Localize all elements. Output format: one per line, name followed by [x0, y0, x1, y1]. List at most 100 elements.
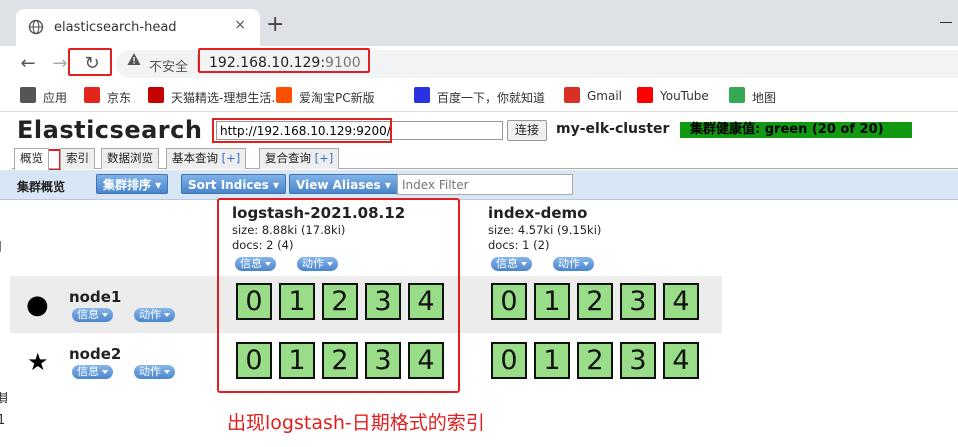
- view-aliases-label: View Aliases: [296, 178, 381, 192]
- bookmark-3[interactable]: 天猫精选-理想生活...: [171, 89, 283, 106]
- shard-box[interactable]: 4: [663, 283, 699, 320]
- caret-down-icon: [583, 262, 589, 266]
- shard-box[interactable]: 3: [365, 283, 401, 320]
- globe-icon: [28, 19, 44, 35]
- index-name: index-demo: [488, 204, 588, 222]
- connect-button[interactable]: 连接: [507, 120, 547, 141]
- annotation-highlight-url: [198, 48, 370, 73]
- cluster-sort-button[interactable]: 集群排序 ▾: [96, 174, 169, 194]
- index-info-button[interactable]: 信息: [491, 257, 532, 271]
- shard-box[interactable]: 0: [491, 342, 527, 379]
- es-tab-5[interactable]: 复合查询 [+]: [259, 148, 340, 169]
- es-tab-2[interactable]: 索引: [60, 148, 95, 169]
- index-docs: docs: 1 (2): [488, 238, 550, 252]
- browser-tab-strip: elasticsearch-head × +: [0, 0, 958, 46]
- chevron-down-icon: ▾: [384, 178, 391, 192]
- index-filter-input[interactable]: [397, 174, 573, 195]
- annotation-caption: 出现logstash-日期格式的索引: [227, 412, 485, 434]
- index-action-button[interactable]: 动作: [297, 257, 338, 271]
- shard-box[interactable]: 2: [577, 342, 613, 379]
- chevron-down-icon: ▾: [273, 178, 280, 192]
- new-tab-plus-icon[interactable]: +: [266, 14, 284, 36]
- bookmark-4[interactable]: 爱淘宝PC新版: [299, 89, 375, 106]
- node-action-button[interactable]: 动作: [134, 308, 175, 322]
- shard-box[interactable]: 4: [663, 342, 699, 379]
- page-title: Elasticsearch: [17, 116, 203, 144]
- tmall-icon: [148, 87, 164, 103]
- es-tab-3[interactable]: 数据浏览: [101, 148, 159, 169]
- shard-box[interactable]: 4: [408, 283, 444, 320]
- caret-down-icon: [164, 370, 170, 374]
- view-aliases-button[interactable]: View Aliases ▾: [289, 174, 398, 194]
- shard-box[interactable]: 3: [620, 283, 656, 320]
- cropped-edge-text: 1: [0, 413, 6, 428]
- caret-down-icon: [102, 313, 108, 317]
- es-tab-label: 概览: [20, 151, 43, 165]
- back-arrow-icon[interactable]: ←: [16, 52, 40, 76]
- shard-box[interactable]: 2: [322, 283, 358, 320]
- caret-down-icon: [521, 262, 527, 266]
- caret-down-icon: [327, 262, 333, 266]
- shard-box[interactable]: 0: [491, 283, 527, 320]
- sort-indices-button[interactable]: Sort Indices ▾: [181, 174, 287, 194]
- jd-icon: [84, 87, 100, 103]
- add-query-tab-icon[interactable]: [+]: [218, 151, 241, 165]
- youtube-icon: [637, 87, 653, 103]
- cluster-name: my-elk-cluster: [556, 121, 670, 137]
- annotation-highlight-reload: [68, 48, 112, 76]
- es-tab-label: 索引: [66, 151, 89, 165]
- warning-triangle-icon: [127, 53, 141, 65]
- not-secure-label[interactable]: 不安全: [149, 56, 188, 75]
- node-info-button[interactable]: 信息: [72, 365, 113, 379]
- cluster-health-badge: 集群健康值: green (20 of 20): [680, 122, 912, 138]
- annotation-highlight-connection: [212, 118, 392, 143]
- bookmark-5[interactable]: 百度一下，你就知道: [437, 89, 545, 106]
- add-query-tab-icon[interactable]: [+]: [311, 151, 334, 165]
- shard-box[interactable]: 3: [620, 342, 656, 379]
- circle-master-icon: ●: [26, 290, 49, 320]
- es-tab-label: 基本查询: [172, 151, 218, 165]
- bookmark-1[interactable]: 应用: [43, 89, 67, 106]
- shard-box[interactable]: 1: [279, 342, 315, 379]
- shard-box[interactable]: 2: [322, 342, 358, 379]
- browser-tab[interactable]: elasticsearch-head ×: [16, 9, 260, 46]
- minimize-window-icon[interactable]: [940, 22, 952, 23]
- sort-indices-label: Sort Indices: [188, 178, 269, 192]
- caret-down-icon: [164, 313, 170, 317]
- close-icon[interactable]: ×: [234, 17, 246, 33]
- cluster-sort-label: 集群排序: [103, 178, 152, 192]
- es-tab-4[interactable]: 基本查询 [+]: [166, 148, 247, 169]
- index-docs: docs: 2 (4): [232, 238, 294, 252]
- cropped-edge-text: 其: [0, 392, 7, 404]
- shard-box[interactable]: 2: [577, 283, 613, 320]
- es-tab-1[interactable]: 概览: [14, 148, 49, 170]
- bookmark-6[interactable]: Gmail: [587, 89, 622, 103]
- star-node-icon: ★: [27, 348, 49, 376]
- taobao-icon: [276, 87, 292, 103]
- caret-down-icon: [102, 370, 108, 374]
- node-info-button[interactable]: 信息: [72, 308, 113, 322]
- apps-grid-icon: [20, 87, 36, 103]
- shard-box[interactable]: 1: [534, 342, 570, 379]
- shard-box[interactable]: 1: [534, 283, 570, 320]
- shard-box[interactable]: 0: [236, 342, 272, 379]
- shard-box[interactable]: 0: [236, 283, 272, 320]
- shard-box[interactable]: 3: [365, 342, 401, 379]
- node-name: node1: [69, 288, 122, 306]
- shard-box[interactable]: 4: [408, 342, 444, 379]
- baidu-icon: [414, 87, 430, 103]
- gmail-icon: [564, 87, 580, 103]
- es-tab-label: 复合查询: [265, 151, 311, 165]
- maps-icon: [729, 87, 745, 103]
- overview-label: 集群概览: [17, 180, 66, 194]
- index-size: size: 4.57ki (9.15ki): [488, 223, 602, 237]
- index-action-button[interactable]: 动作: [553, 257, 594, 271]
- index-size: size: 8.88ki (17.8ki): [232, 223, 346, 237]
- node-action-button[interactable]: 动作: [134, 365, 175, 379]
- shard-box[interactable]: 1: [279, 283, 315, 320]
- index-name: logstash-2021.08.12: [232, 204, 406, 222]
- index-info-button[interactable]: 信息: [235, 257, 276, 271]
- bookmark-8[interactable]: 地图: [752, 89, 776, 106]
- bookmark-7[interactable]: YouTube: [660, 89, 709, 103]
- bookmark-2[interactable]: 京东: [107, 89, 131, 106]
